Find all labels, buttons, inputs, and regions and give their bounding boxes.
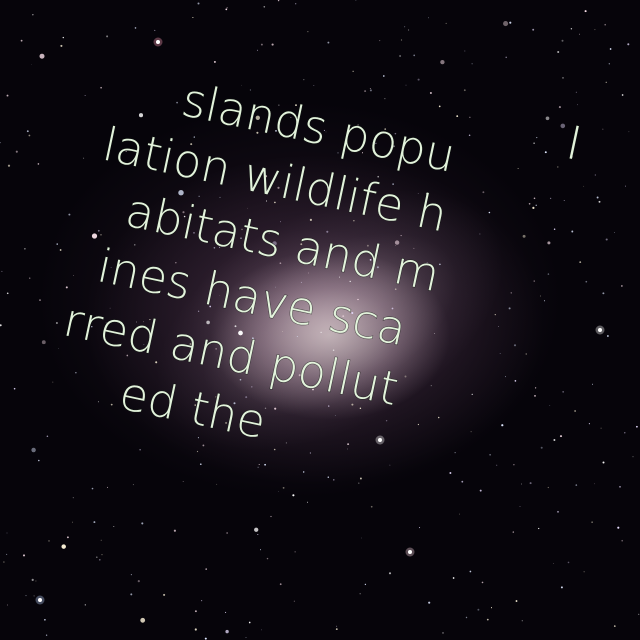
caption-line-1: I (562, 115, 587, 171)
text-overlay: I slands popu lation wildlife h abitats … (58, 72, 587, 450)
